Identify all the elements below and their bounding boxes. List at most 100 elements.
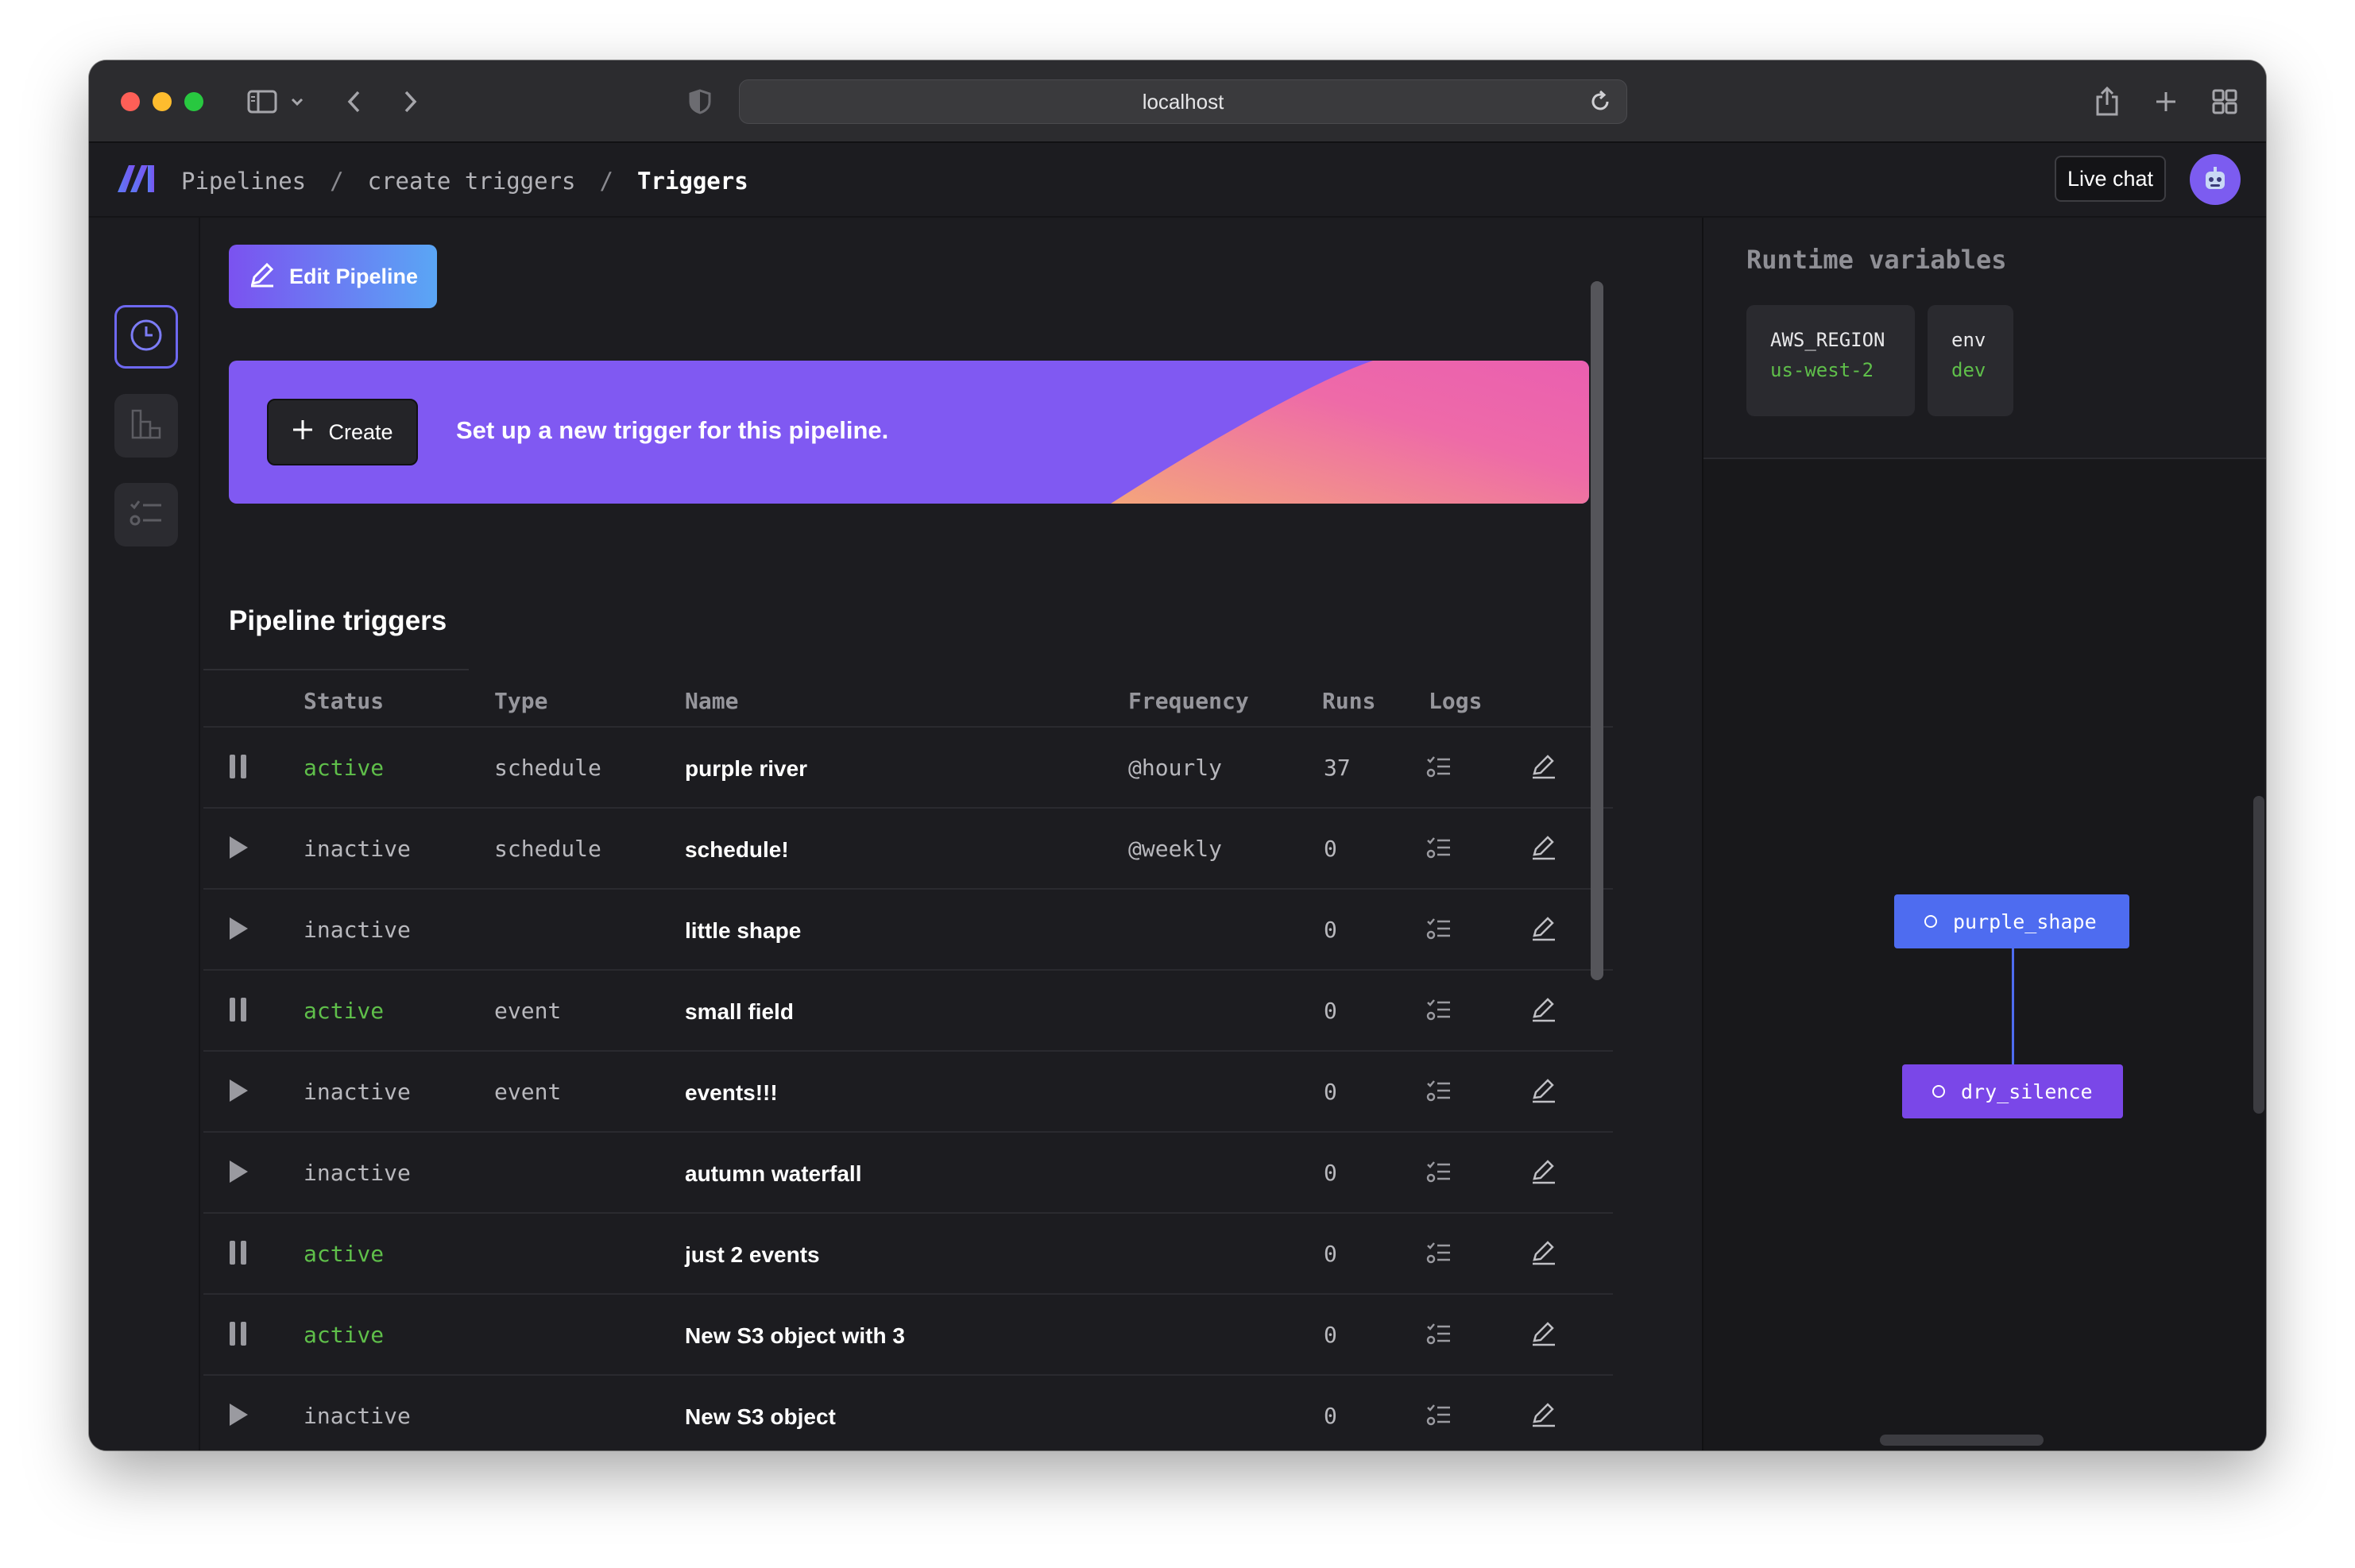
edit-icon[interactable] xyxy=(1530,1319,1557,1353)
logs-icon[interactable] xyxy=(1425,1239,1452,1272)
header-name[interactable]: Name xyxy=(685,688,738,714)
variable-value: us-west-2 xyxy=(1770,359,1874,381)
table-body: active schedule purple river @hourly 37 inact… xyxy=(203,728,1613,1450)
mage-logo[interactable] xyxy=(116,160,157,199)
logs-icon[interactable] xyxy=(1425,753,1452,786)
edit-icon[interactable] xyxy=(1530,1400,1557,1434)
trigger-name-link[interactable]: just 2 events xyxy=(685,1242,820,1268)
triggers-table: Status Type Name Frequency Runs Logs act… xyxy=(203,670,1613,1450)
table-row[interactable]: inactive schedule schedule! @weekly 0 xyxy=(203,809,1613,890)
logs-icon[interactable] xyxy=(1425,1320,1452,1353)
reload-icon[interactable] xyxy=(1588,90,1612,119)
minimize-window-button[interactable] xyxy=(153,92,172,111)
maximize-window-button[interactable] xyxy=(184,92,203,111)
table-row[interactable]: active just 2 events 0 xyxy=(203,1214,1613,1295)
trigger-name-link[interactable]: purple river xyxy=(685,756,807,782)
side-panel-horizontal-scrollbar[interactable] xyxy=(1880,1435,2044,1446)
trigger-name-link[interactable]: New S3 object with 3 xyxy=(685,1323,905,1349)
logs-icon[interactable] xyxy=(1425,1401,1452,1434)
table-row[interactable]: active schedule purple river @hourly 37 xyxy=(203,728,1613,809)
status-text: inactive xyxy=(304,917,411,943)
edit-icon[interactable] xyxy=(1530,751,1557,786)
play-icon[interactable] xyxy=(227,1077,249,1110)
status-text: inactive xyxy=(304,1403,411,1429)
pause-icon[interactable] xyxy=(227,1320,249,1353)
tab-overview-icon[interactable] xyxy=(2209,83,2241,121)
play-icon[interactable] xyxy=(227,834,249,867)
logs-icon[interactable] xyxy=(1425,996,1452,1029)
trigger-name-link[interactable]: small field xyxy=(685,999,794,1025)
runs-count: 37 xyxy=(1324,755,1351,781)
address-bar[interactable]: localhost xyxy=(739,79,1627,124)
edit-icon[interactable] xyxy=(1530,1076,1557,1110)
trigger-name-link[interactable]: autumn waterfall xyxy=(685,1161,861,1187)
main-scrollbar[interactable] xyxy=(1591,281,1603,980)
privacy-shield-icon[interactable] xyxy=(686,83,713,121)
forward-icon[interactable] xyxy=(399,83,423,121)
pause-icon[interactable] xyxy=(227,753,249,786)
status-text: inactive xyxy=(304,1079,411,1105)
trigger-name-link[interactable]: schedule! xyxy=(685,837,789,863)
header-runs[interactable]: Runs xyxy=(1322,688,1375,714)
table-row[interactable]: active event small field 0 xyxy=(203,971,1613,1052)
create-trigger-button[interactable]: Create xyxy=(267,399,418,465)
new-tab-icon[interactable] xyxy=(2152,83,2180,121)
blocks-icon xyxy=(130,407,163,445)
logs-icon[interactable] xyxy=(1425,1077,1452,1110)
type-text: schedule xyxy=(494,755,601,781)
logs-icon[interactable] xyxy=(1425,1158,1452,1191)
header-type[interactable]: Type xyxy=(494,688,547,714)
share-icon[interactable] xyxy=(2091,83,2123,121)
breadcrumb-pipeline[interactable]: create triggers xyxy=(368,168,576,195)
header-status[interactable]: Status xyxy=(304,688,384,714)
side-panel-vertical-scrollbar[interactable] xyxy=(2253,796,2264,1114)
breadcrumb-separator: / xyxy=(330,168,344,195)
chevron-down-icon[interactable] xyxy=(289,83,305,121)
graph-node[interactable]: purple_shape xyxy=(1894,894,2129,948)
runs-count: 0 xyxy=(1324,1322,1337,1348)
close-window-button[interactable] xyxy=(121,92,140,111)
section-title: Pipeline triggers xyxy=(229,605,447,636)
side-panel: Runtime variables AWS_REGION us-west-2 e… xyxy=(1702,218,2266,1450)
play-icon[interactable] xyxy=(227,1158,249,1191)
trigger-name-link[interactable]: events!!! xyxy=(685,1080,778,1106)
edit-icon[interactable] xyxy=(1530,1157,1557,1191)
pipeline-editor-nav-button[interactable] xyxy=(114,394,178,458)
node-label: purple_shape xyxy=(1953,910,2097,933)
table-row[interactable]: inactive little shape 0 xyxy=(203,890,1613,971)
browser-window: localhost Pipelines / create triggers / … xyxy=(89,60,2266,1450)
url-text: localhost xyxy=(1142,89,1224,114)
pause-icon[interactable] xyxy=(227,1239,249,1272)
play-icon[interactable] xyxy=(227,915,249,948)
variable-card: AWS_REGION us-west-2 xyxy=(1746,305,1915,416)
back-icon[interactable] xyxy=(342,83,365,121)
breadcrumb-pipelines[interactable]: Pipelines xyxy=(181,168,306,195)
trigger-name-link[interactable]: New S3 object xyxy=(685,1404,836,1430)
play-icon[interactable] xyxy=(227,1401,249,1434)
edit-pipeline-button[interactable]: Edit Pipeline xyxy=(229,245,437,308)
live-chat-button[interactable]: Live chat xyxy=(2055,156,2166,202)
banner-wave-decoration xyxy=(1111,361,1589,504)
edit-icon[interactable] xyxy=(1530,994,1557,1029)
sidebar-toggle-icon[interactable] xyxy=(245,83,280,121)
logs-icon[interactable] xyxy=(1425,834,1452,867)
triggers-nav-button[interactable] xyxy=(114,305,178,369)
node-status-icon xyxy=(1932,1085,1945,1098)
table-row[interactable]: inactive event events!!! 0 xyxy=(203,1052,1613,1133)
status-text: active xyxy=(304,755,385,781)
edit-icon[interactable] xyxy=(1530,1238,1557,1272)
edit-icon[interactable] xyxy=(1530,913,1557,948)
edit-icon[interactable] xyxy=(1530,832,1557,867)
trigger-name-link[interactable]: little shape xyxy=(685,918,801,944)
runs-nav-button[interactable] xyxy=(114,483,178,546)
table-row[interactable]: active New S3 object with 3 0 xyxy=(203,1295,1613,1376)
node-status-icon xyxy=(1924,915,1937,928)
header-logs[interactable]: Logs xyxy=(1429,688,1482,714)
avatar[interactable] xyxy=(2190,154,2241,205)
graph-node[interactable]: dry_silence xyxy=(1902,1064,2123,1118)
table-row[interactable]: inactive autumn waterfall 0 xyxy=(203,1133,1613,1214)
logs-icon[interactable] xyxy=(1425,915,1452,948)
table-row[interactable]: inactive New S3 object 0 xyxy=(203,1376,1613,1450)
header-frequency[interactable]: Frequency xyxy=(1128,688,1249,714)
pause-icon[interactable] xyxy=(227,996,249,1029)
